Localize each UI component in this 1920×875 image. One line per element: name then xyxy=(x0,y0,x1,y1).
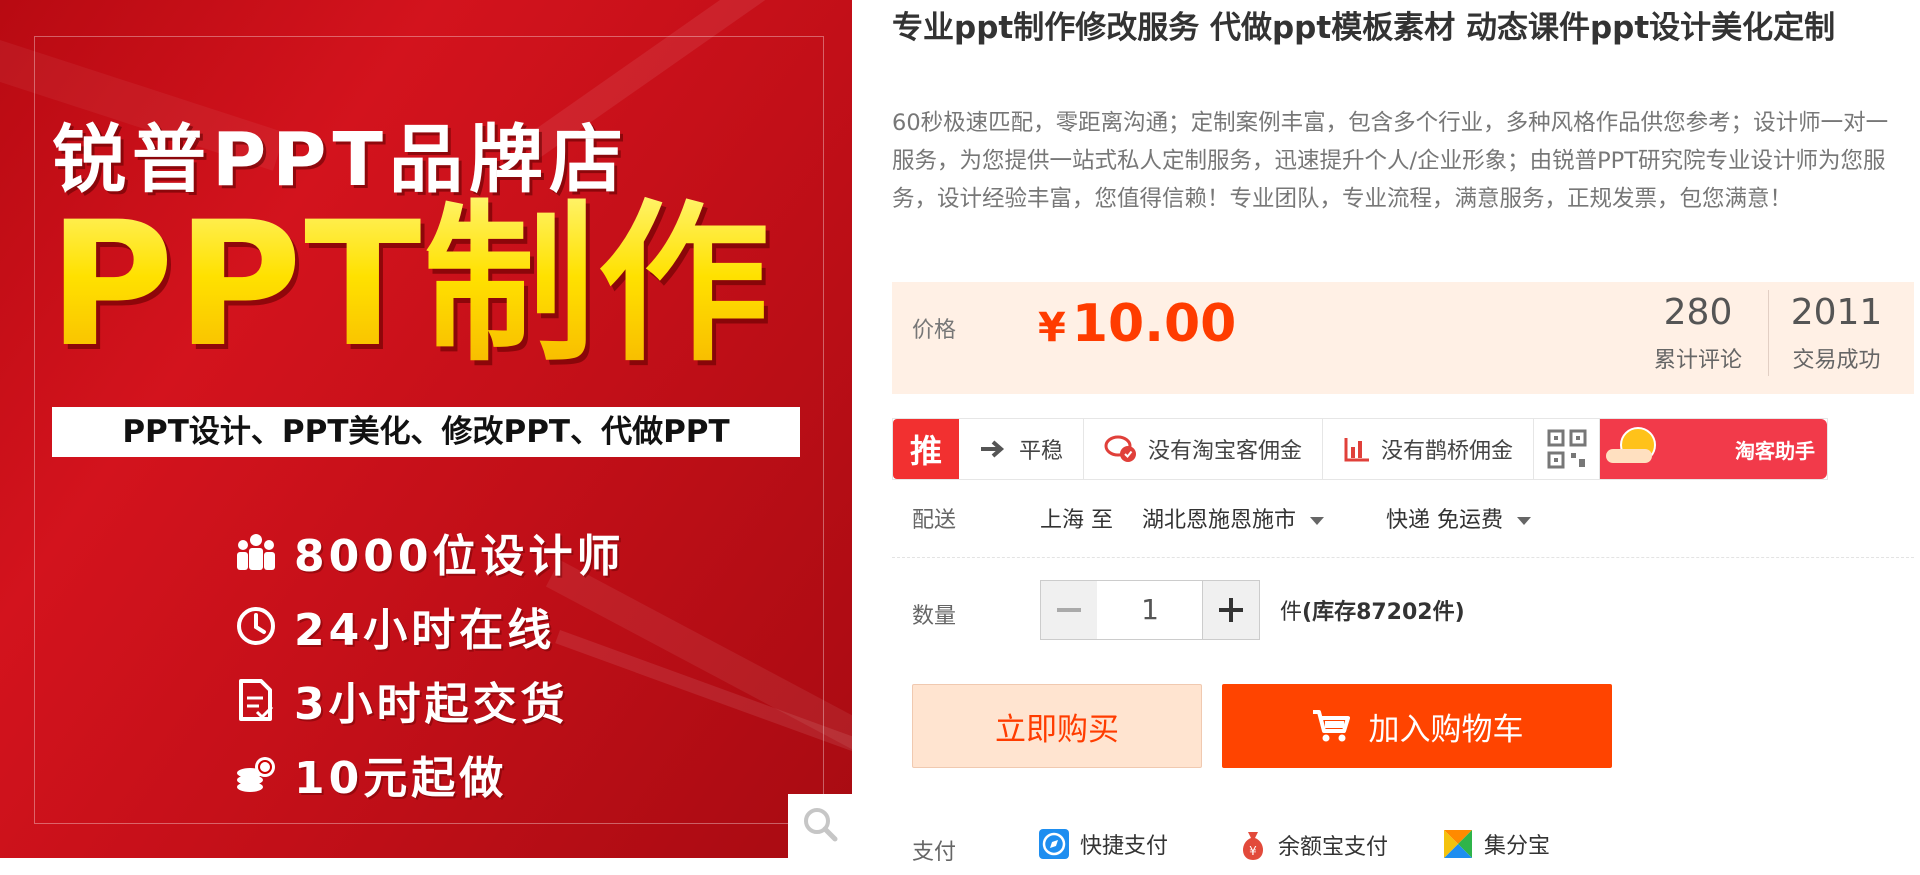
promo-item-label: 没有淘宝客佣金 xyxy=(1148,439,1303,464)
destination-label: 湖北恩施恩施市 xyxy=(1142,508,1297,533)
minus-icon xyxy=(1057,608,1081,612)
promo-bar: 推 平稳 没有淘宝客佣金 没有鹊桥佣金 淘客助手 xyxy=(892,418,1828,480)
svg-text:¥: ¥ xyxy=(1249,844,1257,858)
stock-count: (库存87202件) xyxy=(1302,600,1465,625)
feature-item: 10元起做 xyxy=(232,737,624,811)
promo-tag: 推 xyxy=(893,419,959,479)
payment-method[interactable]: ¥ 余额宝支付 xyxy=(1238,828,1388,862)
money-bag-icon: ¥ xyxy=(1238,828,1268,862)
reviews-stat[interactable]: 280 累计评论 xyxy=(1640,290,1756,374)
bar-chart-icon xyxy=(1343,435,1371,463)
payment-label: 支付 xyxy=(912,840,957,865)
coin-badge-icon xyxy=(1104,434,1138,464)
taoke-assistant-button[interactable]: 淘客助手 xyxy=(1600,419,1827,479)
deals-count: 2011 xyxy=(1790,292,1883,333)
feature-text: 24小时在线 xyxy=(294,605,556,656)
deals-label: 交易成功 xyxy=(1792,348,1881,373)
payment-method[interactable]: 集分宝 xyxy=(1442,828,1550,860)
quantity-row: 数量 件(库存87202件) xyxy=(892,580,1914,644)
feature-text: 10元起做 xyxy=(294,753,508,804)
document-icon xyxy=(232,676,280,724)
deals-stat: 2011 交易成功 xyxy=(1768,290,1904,376)
quantity-input[interactable] xyxy=(1097,580,1203,640)
payment-method-label: 集分宝 xyxy=(1484,834,1551,859)
compass-icon xyxy=(1038,828,1070,860)
shipping-label: 快递 免运费 xyxy=(1386,508,1503,533)
chevron-down-icon xyxy=(1517,517,1531,525)
coins-icon xyxy=(232,750,280,798)
feature-text: 8000位设计师 xyxy=(294,531,625,582)
delivery-destination-select[interactable]: 湖北恩施恩施市 xyxy=(1142,502,1325,534)
services-banner: PPT设计、PPT美化、修改PPT、代做PPT xyxy=(52,407,800,457)
quantity-unit-stock: 件(库存87202件) xyxy=(1280,594,1465,626)
feature-item: 24小时在线 xyxy=(232,589,624,663)
people-icon xyxy=(232,528,280,576)
assistant-label: 淘客助手 xyxy=(1735,438,1815,463)
feature-item: 3小时起交货 xyxy=(232,663,624,737)
shipping-method-select[interactable]: 快递 免运费 xyxy=(1386,502,1531,534)
buy-now-button[interactable]: 立即购买 xyxy=(912,684,1202,768)
quantity-label: 数量 xyxy=(912,604,957,629)
product-main-image[interactable]: 锐普PPT品牌店 PPT制作 PPT设计、PPT美化、修改PPT、代做PPT 8… xyxy=(0,0,852,858)
promo-item-queqiao[interactable]: 没有鹊桥佣金 xyxy=(1323,419,1535,479)
payment-method-label: 快捷支付 xyxy=(1080,834,1169,859)
product-title: 专业ppt制作修改服务 代做ppt模板素材 动态课件ppt设计美化定制 xyxy=(892,10,1836,46)
promo-item-taoke[interactable]: 没有淘宝客佣金 xyxy=(1084,419,1324,479)
price-value: ¥10.00 xyxy=(1038,294,1236,354)
payment-method[interactable]: 快捷支付 xyxy=(1038,828,1168,860)
feature-text: 3小时起交货 xyxy=(294,679,569,730)
add-to-cart-label: 加入购物车 xyxy=(1368,711,1524,748)
zoom-button[interactable] xyxy=(788,794,852,858)
colorful-square-icon xyxy=(1442,828,1474,860)
quantity-increase-button[interactable] xyxy=(1202,580,1260,640)
payment-method-label: 余额宝支付 xyxy=(1278,835,1389,860)
quantity-unit: 件 xyxy=(1280,600,1303,625)
price-label: 价格 xyxy=(912,318,957,343)
feature-item: 8000位设计师 xyxy=(232,515,624,589)
feature-list: 8000位设计师 24小时在线 3小时起交货 10元起做 xyxy=(232,515,624,811)
payment-row: 支付 快捷支付 ¥ 余额宝支付 集分宝 xyxy=(892,826,1914,870)
reviews-label: 累计评论 xyxy=(1653,348,1742,373)
currency-symbol: ¥ xyxy=(1038,305,1066,351)
delivery-origin: 上海 至 xyxy=(1040,508,1113,533)
promo-item-trend[interactable]: 平稳 xyxy=(959,419,1085,479)
delivery-row: 配送 上海 至 湖北恩施恩施市 快递 免运费 xyxy=(892,498,1914,558)
price-panel: 价格 ¥10.00 280 累计评论 2011 交易成功 xyxy=(892,282,1914,394)
arrow-right-icon xyxy=(979,439,1009,459)
qr-code-icon[interactable] xyxy=(1534,419,1601,479)
chevron-down-icon xyxy=(1310,517,1325,525)
product-description: 60秒极速匹配，零距离沟通；定制案例丰富，包含多个行业，多种风格作品供您参考；设… xyxy=(892,110,1889,212)
magnifier-icon xyxy=(800,804,840,848)
add-to-cart-button[interactable]: 加入购物车 xyxy=(1222,684,1612,768)
quantity-decrease-button[interactable] xyxy=(1040,580,1098,640)
clock-icon xyxy=(232,602,280,650)
promo-item-label: 没有鹊桥佣金 xyxy=(1381,439,1514,464)
promo-item-label: 平稳 xyxy=(1019,439,1064,464)
price-amount: 10.00 xyxy=(1071,294,1237,354)
plus-icon xyxy=(1219,598,1243,622)
cart-icon xyxy=(1311,709,1351,743)
delivery-label: 配送 xyxy=(912,508,957,533)
reviews-count: 280 xyxy=(1663,292,1733,333)
hand-icon xyxy=(1606,449,1653,463)
headline: PPT制作 xyxy=(48,195,828,375)
